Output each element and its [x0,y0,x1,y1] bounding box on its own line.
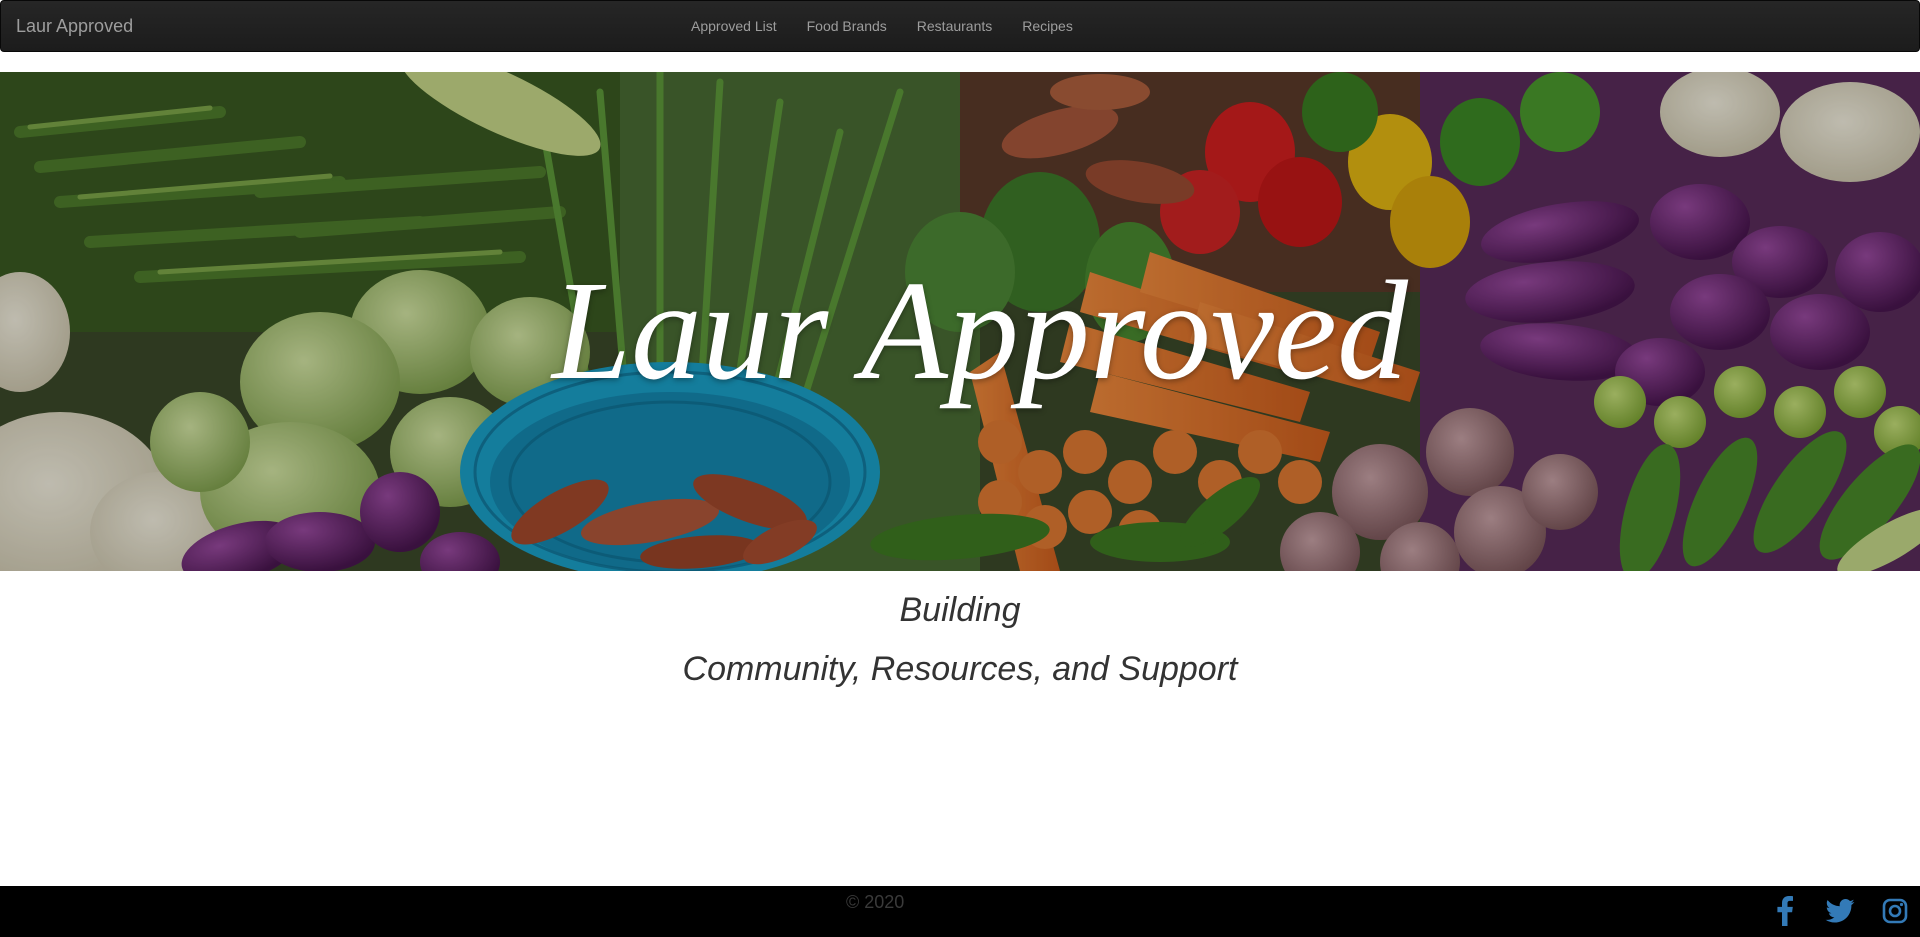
instagram-icon [1882,898,1908,924]
top-navbar: Laur Approved Approved List Food Brands … [0,0,1920,52]
footer: © 2020 [0,886,1920,937]
navbar-brand[interactable]: Laur Approved [16,16,133,36]
instagram-link[interactable] [1880,896,1910,926]
nav-link-approved-list[interactable]: Approved List [676,16,792,36]
tagline-line-2: Community, Resources, and Support [682,650,1238,688]
twitter-link[interactable] [1825,896,1855,926]
copyright-text: © 2020 [846,892,905,912]
hero-banner: Laur Approved [0,72,1920,571]
nav-links: Approved List Food Brands Restaurants Re… [676,1,1088,51]
nav-link-restaurants[interactable]: Restaurants [902,16,1007,36]
tagline-line-1: Building [899,591,1021,629]
nav-link-food-brands[interactable]: Food Brands [792,16,902,36]
nav-link-recipes[interactable]: Recipes [1007,16,1088,36]
twitter-icon [1825,899,1855,923]
facebook-link[interactable] [1770,896,1800,926]
facebook-icon [1777,896,1793,926]
social-links [1770,896,1920,926]
hero-title: Laur Approved [552,251,1408,409]
